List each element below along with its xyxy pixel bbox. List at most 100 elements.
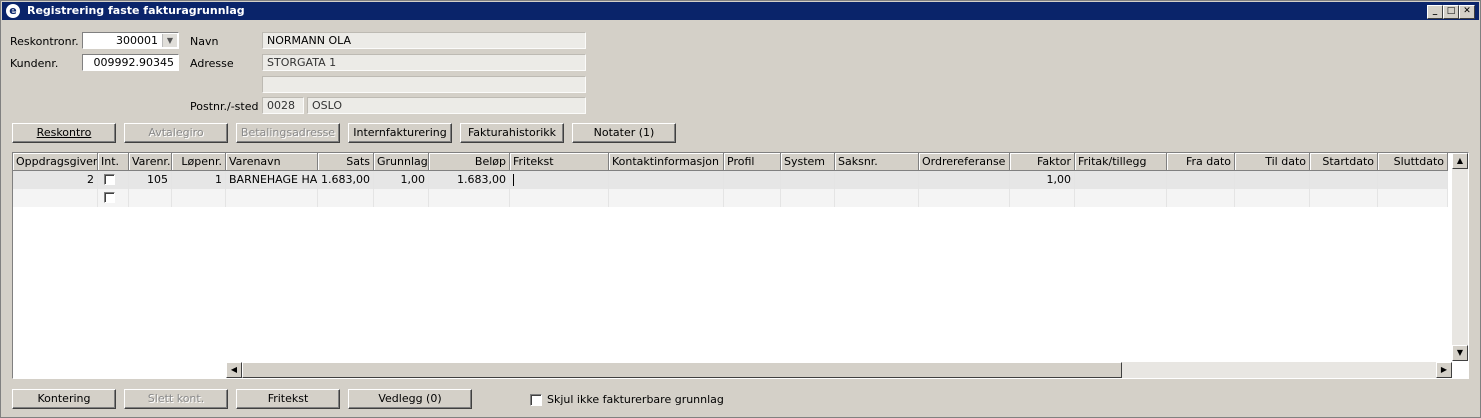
cell-faktor[interactable] [1010,189,1075,207]
notater-button[interactable]: Notater (1) [572,123,676,143]
col-saksnr[interactable]: Saksnr. [835,153,919,171]
reskontronr-value: 300001 [116,34,158,47]
betalingsadresse-button[interactable]: Betalingsadresse [236,123,340,143]
postnr-label: Postnr./-sted [190,100,259,113]
cell-kontaktinformasjon[interactable] [609,189,724,207]
col-varenr[interactable]: Varenr. [129,153,172,171]
navn-field[interactable]: NORMANN OLA [262,32,586,49]
col-kontaktinformasjon[interactable]: Kontaktinformasjon [609,153,724,171]
cell-faktor[interactable]: 1,00 [1010,171,1075,189]
cell-grunnlag[interactable] [374,189,429,207]
col-ordrereferanse[interactable]: Ordrereferanse [919,153,1010,171]
col-faktor[interactable]: Faktor [1010,153,1075,171]
vedlegg-button-label: Vedlegg (0) [378,392,442,405]
col-sats[interactable]: Sats [318,153,374,171]
kontering-button[interactable]: Kontering [12,389,116,409]
cell-oppdragsgiver[interactable]: 2 [13,171,98,189]
skjul-label[interactable]: Skjul ikke fakturerbare grunnlag [547,393,724,406]
cell-int[interactable] [98,171,129,189]
cell-varenr[interactable]: 105 [129,171,172,189]
fritekst-button[interactable]: Fritekst [236,389,340,409]
cell-sats[interactable] [318,189,374,207]
col-profil[interactable]: Profil [724,153,781,171]
cell-lopenr[interactable]: 1 [172,171,226,189]
scroll-right-icon[interactable]: ▶ [1436,362,1452,378]
kundenr-field[interactable]: 009992.90345 [82,54,179,71]
cell-saksnr[interactable] [835,189,919,207]
scroll-down-icon[interactable]: ▼ [1452,345,1468,361]
reskontro-button[interactable]: Reskontro [12,123,116,143]
cell-til-dato[interactable] [1235,189,1310,207]
cell-varenr[interactable] [129,189,172,207]
cell-fra-dato[interactable] [1167,189,1235,207]
col-lopenr[interactable]: Løpenr. [172,153,226,171]
cell-profil[interactable] [724,171,781,189]
reskontronr-label: Reskontronr. [10,35,79,48]
poststed-field[interactable]: OSLO [307,97,586,114]
app-icon: e [6,4,20,18]
vedlegg-button[interactable]: Vedlegg (0) [348,389,472,409]
fakturahistorikk-button[interactable]: Fakturahistorikk [460,123,564,143]
cell-ordrereferanse[interactable] [919,171,1010,189]
cell-profil[interactable] [724,189,781,207]
col-int[interactable]: Int. [98,153,129,171]
col-fra-dato[interactable]: Fra dato [1167,153,1235,171]
skjul-checkbox[interactable] [530,394,542,406]
adresse2-field[interactable] [262,76,586,93]
cell-fritekst[interactable] [510,171,609,189]
table-row[interactable]: 2 105 1 BARNEHAGE HALV 1.683,00 1,00 1.6… [13,171,1448,189]
col-belop[interactable]: Beløp [429,153,510,171]
cell-varenavn[interactable]: BARNEHAGE HALV [226,171,318,189]
cell-sluttdato[interactable] [1378,189,1448,207]
scroll-left-icon[interactable]: ◀ [226,362,242,378]
table-row-new[interactable] [13,189,1448,207]
int-checkbox[interactable] [104,192,115,203]
adresse1-field[interactable]: STORGATA 1 [262,54,586,71]
cell-int[interactable] [98,189,129,207]
int-checkbox[interactable] [104,174,115,185]
maximize-icon[interactable]: □ [1443,5,1459,19]
col-startdato[interactable]: Startdato [1310,153,1378,171]
col-varenavn[interactable]: Varenavn [226,153,318,171]
cell-belop[interactable]: 1.683,00 [429,171,510,189]
invoice-grid[interactable]: Oppdragsgiver Int. Varenr. Løpenr. Varen… [12,152,1469,379]
cell-oppdragsgiver[interactable] [13,189,98,207]
close-icon[interactable]: ✕ [1459,5,1475,19]
col-system[interactable]: System [781,153,835,171]
cell-fritak-tillegg[interactable] [1075,171,1167,189]
cell-startdato[interactable] [1310,171,1378,189]
horizontal-scrollbar[interactable]: ◀ ▶ [226,362,1452,378]
cell-belop[interactable] [429,189,510,207]
col-fritak-tillegg[interactable]: Fritak/tillegg [1075,153,1167,171]
col-til-dato[interactable]: Til dato [1235,153,1310,171]
cell-fritak-tillegg[interactable] [1075,189,1167,207]
cell-fra-dato[interactable] [1167,171,1235,189]
minimize-icon[interactable]: _ [1427,5,1443,19]
cell-kontaktinformasjon[interactable] [609,171,724,189]
internfakturering-button[interactable]: Internfakturering [348,123,452,143]
avtalegiro-button[interactable]: Avtalegiro [124,123,228,143]
cell-grunnlag[interactable]: 1,00 [374,171,429,189]
chevron-down-icon[interactable]: ▼ [162,34,177,47]
cell-saksnr[interactable] [835,171,919,189]
cell-fritekst[interactable] [510,189,609,207]
cell-system[interactable] [781,189,835,207]
cell-sats[interactable]: 1.683,00 [318,171,374,189]
vertical-scrollbar[interactable]: ▲ ▼ [1452,153,1468,361]
cell-varenavn[interactable] [226,189,318,207]
postnr-field[interactable]: 0028 [262,97,304,114]
col-fritekst[interactable]: Fritekst [510,153,609,171]
cell-ordrereferanse[interactable] [919,189,1010,207]
scroll-up-icon[interactable]: ▲ [1452,153,1468,169]
col-sluttdato[interactable]: Sluttdato [1378,153,1448,171]
cell-sluttdato[interactable] [1378,171,1448,189]
cell-system[interactable] [781,171,835,189]
cell-lopenr[interactable] [172,189,226,207]
col-grunnlag[interactable]: Grunnlag [374,153,429,171]
cell-startdato[interactable] [1310,189,1378,207]
horizontal-scroll-thumb[interactable] [242,362,1122,378]
slett-kont-button[interactable]: Slett kont. [124,389,228,409]
reskontronr-combo[interactable]: 300001 ▼ [82,32,179,49]
col-oppdragsgiver[interactable]: Oppdragsgiver [13,153,98,171]
cell-til-dato[interactable] [1235,171,1310,189]
